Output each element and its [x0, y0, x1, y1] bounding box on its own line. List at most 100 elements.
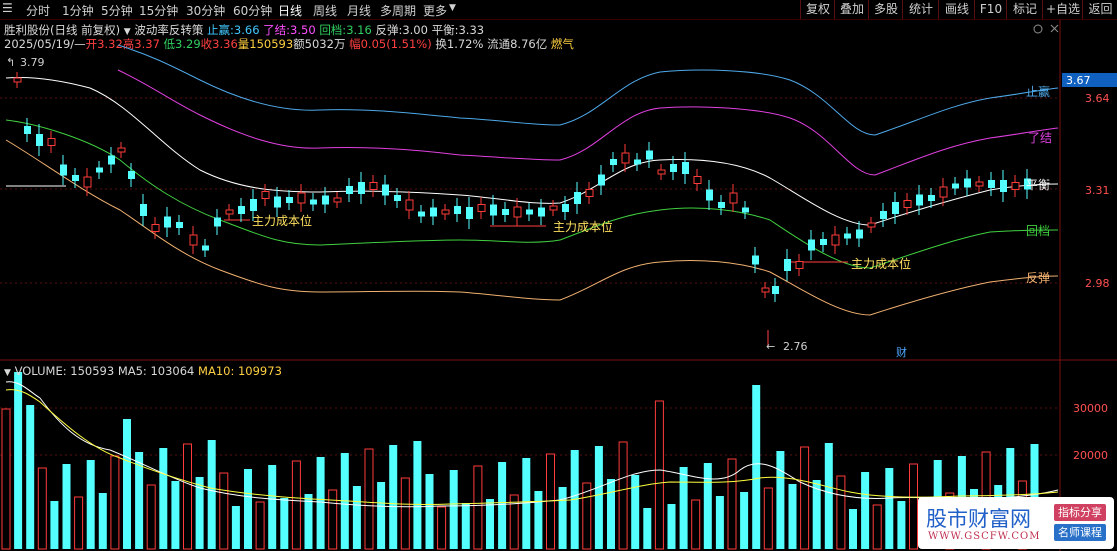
candle-body	[418, 211, 425, 217]
volume-bar	[752, 385, 761, 549]
candle-body	[60, 164, 67, 176]
candle-body	[24, 126, 31, 134]
high-mark-arrow: ↰	[6, 56, 15, 69]
candle-body	[706, 189, 713, 201]
volume-bar	[14, 372, 23, 549]
volume-bar	[703, 463, 712, 549]
volume-bar	[50, 501, 59, 549]
candle-body	[682, 162, 689, 174]
candle-body	[831, 234, 840, 246]
volume-bar	[280, 498, 289, 549]
volume-bar	[207, 440, 216, 549]
low-mark-label: 2.76	[783, 340, 808, 353]
volume-bar	[171, 481, 180, 549]
ma10-label: MA10:	[198, 364, 235, 378]
candle-body	[742, 207, 749, 213]
volume-bar	[328, 489, 338, 550]
volume-bar	[449, 470, 458, 549]
cost-label: 主力成本位	[252, 213, 312, 228]
candle-body	[297, 192, 306, 204]
volume-bar	[110, 455, 120, 550]
low-mark-arrow: ←	[766, 340, 775, 353]
ma5-label: MA5:	[117, 364, 147, 378]
candle-body	[634, 159, 641, 165]
volume-tick: 30000	[1073, 402, 1108, 415]
huidang-band-label: 回档	[1026, 224, 1050, 238]
pingheng-band-line	[5, 77, 1059, 226]
price-tick: 3.31	[1085, 184, 1110, 197]
candle-body	[214, 217, 221, 227]
candle-body	[526, 209, 533, 215]
volume-bar	[618, 441, 628, 550]
volume-bar	[244, 469, 252, 549]
candle-body	[928, 195, 935, 201]
candle-body	[939, 186, 948, 198]
candle-body	[657, 169, 666, 175]
candle-body	[83, 176, 92, 188]
finance-mark[interactable]: 财	[896, 345, 907, 359]
volume-legend: ▼ VOLUME: 150593 MA5: 103064 MA10: 10997…	[4, 364, 282, 378]
watermark-url: WWW.GSCFW.COM	[928, 531, 1041, 542]
candle-body	[430, 207, 437, 217]
candle-body	[164, 216, 171, 228]
fantan-band-line	[5, 139, 1059, 316]
volume-bar	[486, 499, 494, 549]
volume-bar	[679, 467, 688, 549]
high-mark-label: 3.79	[20, 56, 45, 69]
volume-bar	[654, 400, 664, 550]
candle-body	[225, 209, 234, 215]
candle-body	[333, 197, 342, 203]
candle-body	[752, 255, 759, 265]
candle-body	[274, 196, 281, 208]
candle-body	[405, 199, 414, 211]
volume-bar	[352, 486, 361, 549]
volume-bar	[715, 496, 724, 549]
chevron-down-icon[interactable]: ▼	[4, 368, 11, 378]
candle-body	[47, 138, 56, 146]
volume-bar	[885, 468, 894, 549]
volume-bar	[812, 480, 821, 549]
volume-bar	[691, 499, 701, 550]
ma10-value: 109973	[237, 364, 282, 378]
settings-icon[interactable]	[1033, 24, 1043, 34]
candle-body	[772, 286, 779, 294]
candle-body	[13, 77, 22, 83]
cost-label: 主力成本位	[851, 256, 911, 271]
current-price-label: 3.67	[1066, 74, 1091, 87]
volume-bar	[594, 446, 603, 549]
volume-bar	[800, 446, 810, 550]
volume-bar	[788, 484, 797, 549]
volume-bar	[461, 503, 470, 549]
candle-body	[72, 175, 79, 181]
candle-body	[286, 197, 293, 203]
volume-bar	[37, 467, 47, 550]
candle-body	[151, 224, 160, 232]
volume-bar	[183, 443, 192, 550]
candle-body	[761, 287, 770, 293]
ma5-value: 103064	[150, 364, 195, 378]
candle-body	[394, 195, 401, 201]
volume-bar	[849, 509, 857, 549]
candle-body	[574, 192, 581, 204]
candle-body	[466, 207, 473, 219]
candle-body	[693, 176, 702, 184]
volume-bar	[231, 506, 240, 549]
candle-body	[176, 222, 183, 228]
volume-bar	[425, 474, 434, 549]
candle-body	[346, 186, 353, 194]
volume-bar	[413, 441, 422, 549]
volume-bar	[631, 475, 640, 549]
chart-canvas[interactable]: ↰ 3.79 ← 2.76 主力成本位 主力成本位 主力成本位 财 止赢 了结 …	[0, 0, 1117, 551]
close-icon[interactable]	[1050, 24, 1059, 33]
candle-body	[117, 147, 126, 153]
candle-body	[369, 182, 378, 190]
candle-body	[513, 206, 522, 218]
liaojie-band-label: 了结	[1028, 131, 1052, 145]
volume-bar	[727, 458, 737, 550]
candle-body	[96, 167, 103, 173]
volume-bar	[98, 493, 107, 549]
candle-body	[36, 134, 43, 146]
candle-body	[808, 239, 815, 251]
candle-body	[454, 206, 461, 214]
candle-body	[261, 191, 270, 199]
